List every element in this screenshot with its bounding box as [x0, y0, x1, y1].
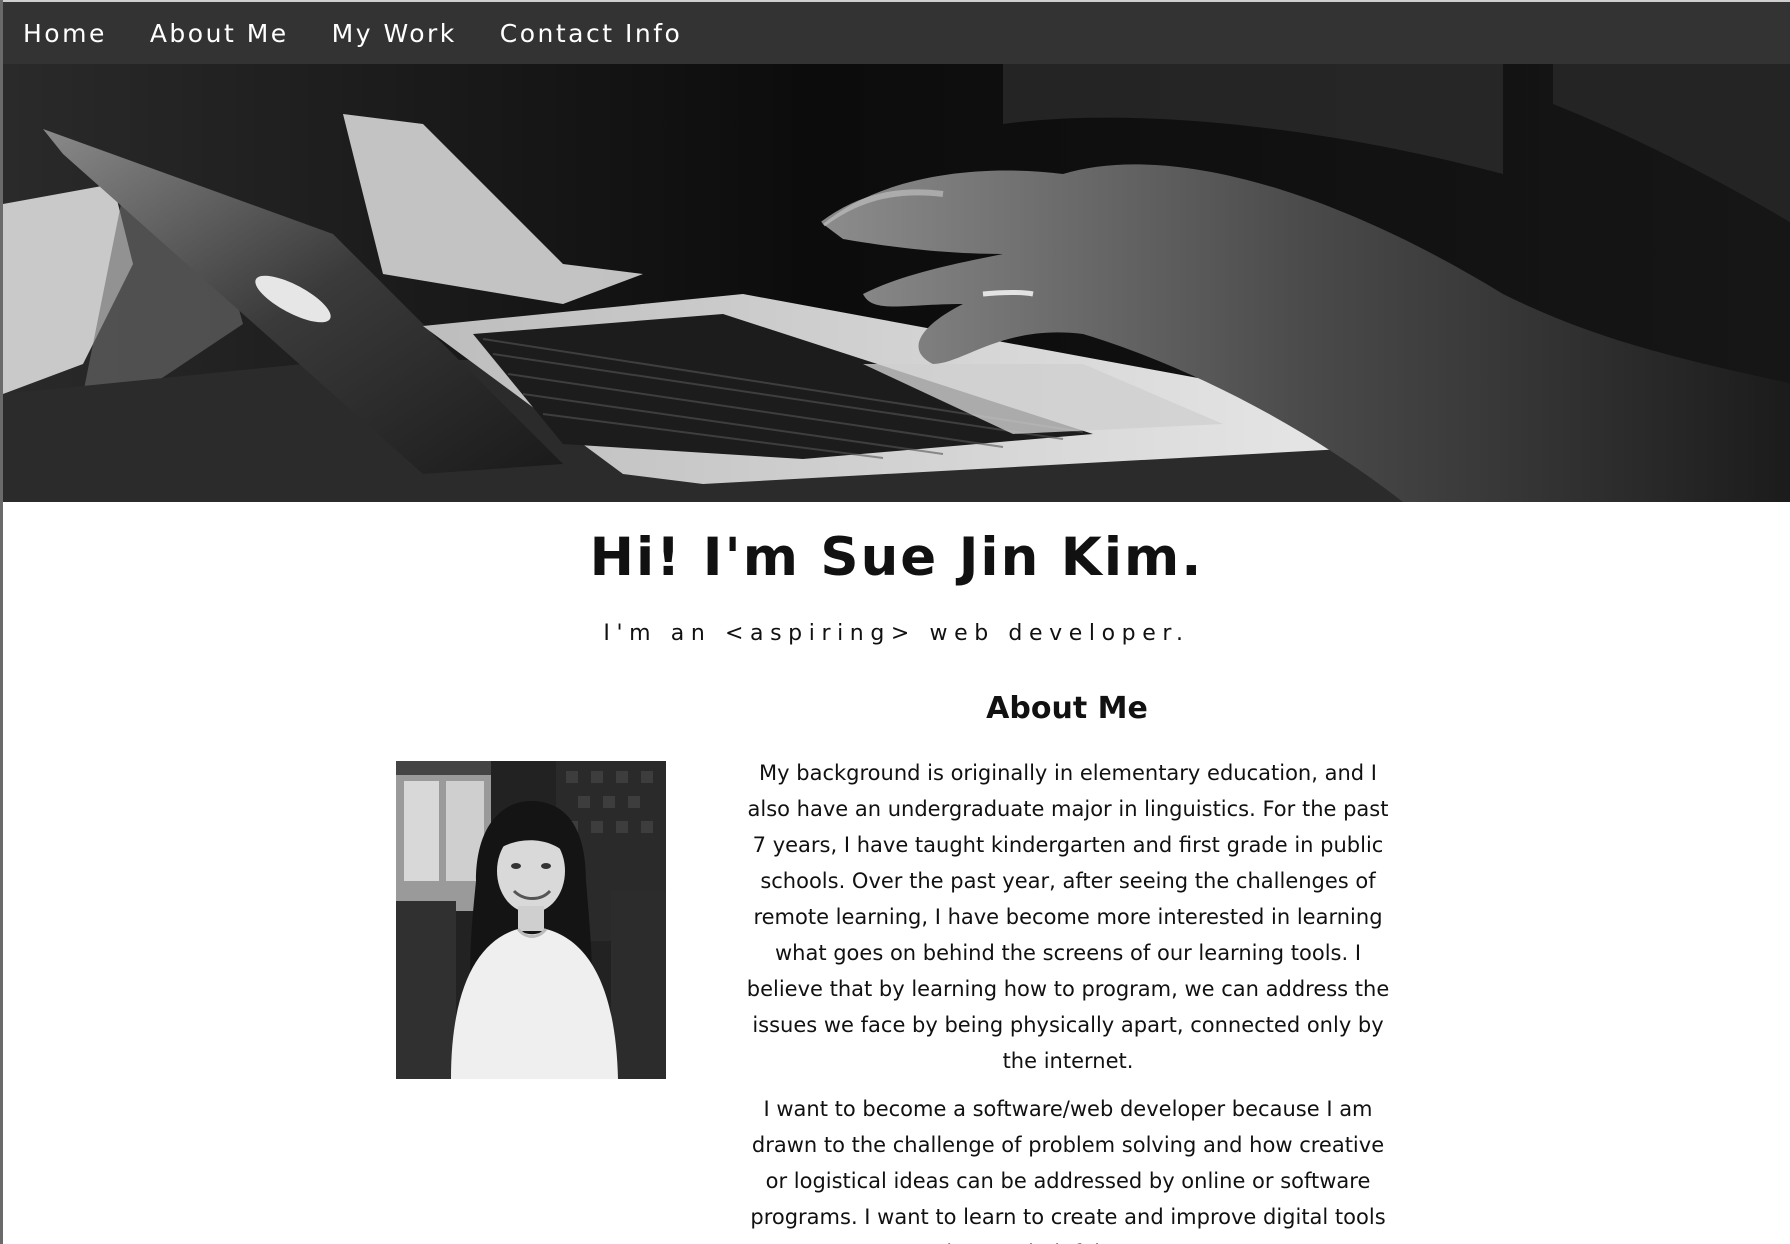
- intro: Hi! I'm Sue Jin Kim. I'm an <aspiring> w…: [3, 523, 1790, 649]
- about-section: About Me My background is originally in …: [3, 649, 1790, 1244]
- page-subtitle: I'm an <aspiring> web developer.: [603, 621, 1190, 646]
- about-paragraph: I want to become a software/web develope…: [750, 1097, 1386, 1244]
- page-title: Hi! I'm Sue Jin Kim.: [589, 527, 1204, 588]
- hero-image: [3, 64, 1790, 502]
- profile-photo-image: [396, 761, 666, 1079]
- laptop-typing-photo: [3, 64, 1790, 502]
- about-paragraph: My background is originally in elementar…: [746, 761, 1390, 1073]
- page: Home About Me My Work Contact Info Hi! I…: [0, 0, 1790, 1244]
- about-heading: About Me: [986, 691, 1148, 726]
- profile-photo: [396, 761, 666, 1079]
- nav-link-home[interactable]: Home: [23, 19, 107, 48]
- nav-link-my-work[interactable]: My Work: [332, 19, 457, 48]
- nav-link-contact-info[interactable]: Contact Info: [500, 19, 683, 48]
- nav-link-about-me[interactable]: About Me: [150, 19, 289, 48]
- navbar: Home About Me My Work Contact Info: [3, 2, 1790, 64]
- about-text: My background is originally in elementar…: [738, 755, 1398, 1244]
